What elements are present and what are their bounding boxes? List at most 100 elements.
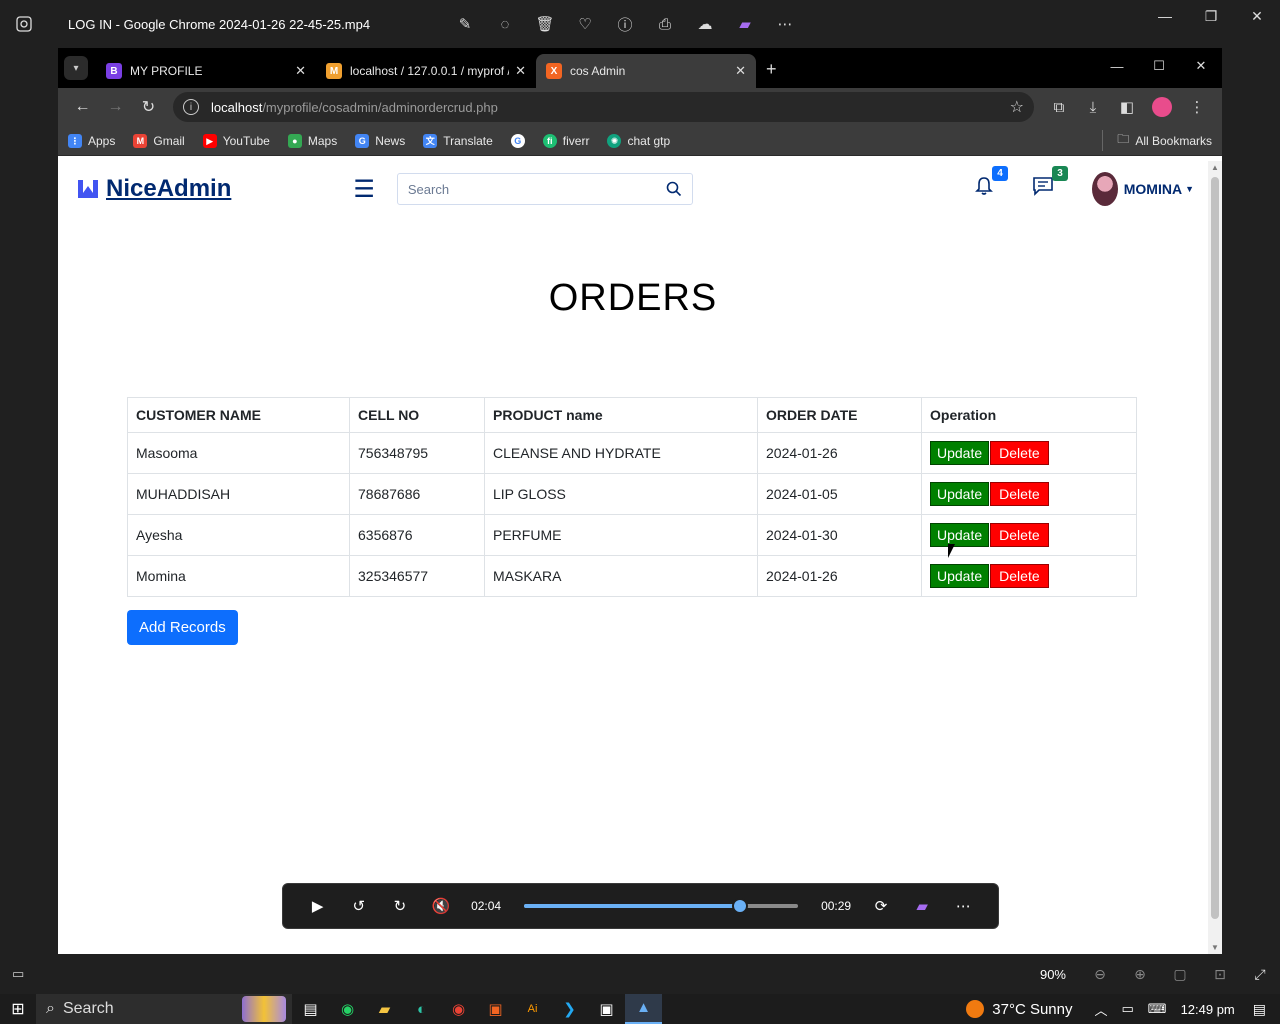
delete-button[interactable]: Delete: [990, 441, 1049, 465]
heart-icon[interactable]: ♡: [576, 15, 594, 33]
bookmark-maps[interactable]: ● Maps: [287, 133, 337, 148]
notification-center-icon[interactable]: ▤: [1253, 1001, 1266, 1018]
fullscreen-icon[interactable]: ⤢: [1240, 966, 1280, 983]
col-product-name: PRODUCT name: [484, 397, 758, 433]
delete-button[interactable]: Delete: [990, 482, 1049, 506]
photos-titlebar: LOG IN - Google Chrome 2024-01-26 22-45-…: [0, 0, 1280, 48]
bookmark-google[interactable]: G: [510, 133, 525, 148]
more-icon[interactable]: ⋯: [776, 15, 794, 33]
scroll-up-icon[interactable]: ▲: [1211, 163, 1219, 172]
tab-my-profile[interactable]: B MY PROFILE ✕: [96, 54, 316, 88]
rewind-10-icon[interactable]: ↺: [338, 897, 379, 915]
bookmark-news[interactable]: G News: [355, 133, 405, 148]
chrome-icon[interactable]: ◉: [440, 1000, 477, 1018]
reload-icon[interactable]: ↻: [132, 97, 165, 117]
seek-handle[interactable]: [732, 898, 749, 914]
edit-icon[interactable]: ✎: [456, 15, 474, 33]
notifications-bell[interactable]: 4: [974, 166, 1008, 202]
bookmark-chat-gtp[interactable]: ✺ chat gtp: [607, 133, 670, 148]
tab-cos-admin[interactable]: X cos Admin ✕: [536, 54, 756, 88]
all-bookmarks[interactable]: 🗀 All Bookmarks: [1102, 130, 1212, 151]
new-tab-icon[interactable]: +: [766, 59, 777, 80]
media-player-icon[interactable]: ▣: [588, 1000, 625, 1018]
messages-button[interactable]: 3: [1032, 166, 1068, 202]
zoom-out-icon[interactable]: ⊖: [1080, 966, 1120, 983]
taskbar-search[interactable]: ⌕ Search: [36, 994, 292, 1024]
edge-icon[interactable]: ◐: [403, 1001, 440, 1018]
more-options-icon[interactable]: ⋯: [943, 897, 984, 915]
address-bar[interactable]: i localhost/myprofile/cosadmin/adminorde…: [173, 92, 1034, 122]
mute-icon[interactable]: 🔇: [421, 897, 462, 915]
chrome-maximize-icon[interactable]: ☐: [1138, 48, 1180, 84]
minimize-icon[interactable]: —: [1142, 0, 1188, 32]
filmstrip-icon[interactable]: ▭: [12, 966, 24, 982]
bookmark-apps[interactable]: ⋮ Apps: [68, 133, 115, 148]
update-button[interactable]: Update: [930, 441, 990, 465]
cell-product: PERFUME: [484, 514, 758, 556]
bookmark-translate[interactable]: 文 Translate: [423, 133, 493, 148]
extensions-icon[interactable]: ⧉: [1042, 99, 1076, 116]
clock[interactable]: 12:49 pm: [1181, 1002, 1235, 1017]
update-button[interactable]: Update: [930, 564, 990, 588]
photos-taskbar-icon[interactable]: ▲: [625, 994, 662, 1024]
keyboard-icon[interactable]: ⌨: [1148, 1001, 1167, 1017]
loop-off-icon[interactable]: ⟳: [860, 897, 901, 915]
actual-size-icon[interactable]: ⊡: [1200, 966, 1240, 983]
scroll-down-icon[interactable]: ▼: [1211, 943, 1219, 952]
bookmark-gmail[interactable]: M Gmail: [133, 133, 185, 148]
forward-icon[interactable]: →: [99, 98, 132, 116]
delete-button[interactable]: Delete: [990, 523, 1049, 547]
tab-close-icon[interactable]: ✕: [295, 63, 306, 79]
ai-icon[interactable]: ◌: [496, 15, 514, 33]
windows-start-icon[interactable]: ⊞: [0, 999, 36, 1019]
file-explorer-icon[interactable]: ▰: [366, 1000, 403, 1018]
tab-search-button[interactable]: ▾: [64, 56, 88, 80]
close-icon[interactable]: ✕: [1234, 0, 1280, 32]
side-panel-icon[interactable]: ◧: [1110, 98, 1144, 116]
weather-widget[interactable]: 37°C Sunny: [966, 1000, 1072, 1018]
site-info-icon[interactable]: i: [183, 99, 199, 115]
back-icon[interactable]: ←: [66, 98, 99, 116]
chrome-menu-icon[interactable]: ⋮: [1180, 98, 1214, 116]
bookmark-youtube[interactable]: ▶ YouTube: [202, 133, 270, 148]
search-icon[interactable]: [666, 181, 682, 197]
add-records-button[interactable]: Add Records: [127, 610, 238, 645]
task-view-icon[interactable]: ▤: [292, 1000, 329, 1018]
info-icon[interactable]: ⓘ: [616, 15, 634, 34]
vscode-icon[interactable]: ❯: [551, 1000, 588, 1018]
tab-close-icon[interactable]: ✕: [515, 63, 526, 79]
restore-icon[interactable]: ❐: [1188, 0, 1234, 32]
seek-bar[interactable]: [524, 898, 798, 914]
zoom-in-icon[interactable]: ⊕: [1120, 966, 1160, 983]
chrome-close-icon[interactable]: ✕: [1180, 48, 1222, 84]
onedrive-icon[interactable]: ☁: [696, 15, 714, 33]
bookmark-fiverr[interactable]: fi fiverr: [542, 133, 589, 148]
whatsapp-icon[interactable]: ◉: [329, 1000, 366, 1018]
print-icon[interactable]: ⎙: [656, 15, 674, 33]
nice-admin-logo[interactable]: NiceAdmin: [76, 175, 231, 203]
download-icon[interactable]: ⤓: [1076, 99, 1110, 116]
sidebar-toggle-icon[interactable]: ☰: [353, 175, 375, 204]
tab-close-icon[interactable]: ✕: [735, 63, 746, 79]
forward-30-icon[interactable]: ↻: [379, 897, 420, 915]
page-scrollbar[interactable]: ▲ ▼: [1208, 161, 1222, 954]
play-icon[interactable]: ▶: [297, 897, 338, 915]
scrollbar-thumb[interactable]: [1211, 177, 1219, 919]
profile-dropdown[interactable]: MOMINA ▼: [1091, 172, 1194, 206]
fit-window-icon[interactable]: ▢: [1160, 966, 1200, 983]
battery-icon[interactable]: ▭: [1122, 1001, 1134, 1017]
bookmark-star-icon[interactable]: ☆: [1010, 97, 1024, 117]
update-button[interactable]: Update: [930, 523, 990, 547]
delete-button[interactable]: Delete: [990, 564, 1049, 588]
update-button[interactable]: Update: [930, 482, 990, 506]
xampp-icon[interactable]: ▣: [477, 1000, 514, 1018]
chrome-minimize-icon[interactable]: —: [1096, 48, 1138, 84]
trash-icon[interactable]: 🗑: [535, 15, 554, 33]
clipchamp-icon[interactable]: ▰: [736, 15, 754, 33]
search-input[interactable]: [407, 181, 666, 197]
illustrator-icon[interactable]: Ai: [514, 1003, 551, 1015]
tab-phpmyadmin[interactable]: M localhost / 127.0.0.1 / myprof / ✕: [316, 54, 536, 88]
profile-avatar[interactable]: [1152, 97, 1172, 117]
chevron-up-icon[interactable]: ︿: [1094, 1000, 1107, 1019]
clipchamp-icon[interactable]: ▰: [902, 897, 943, 915]
